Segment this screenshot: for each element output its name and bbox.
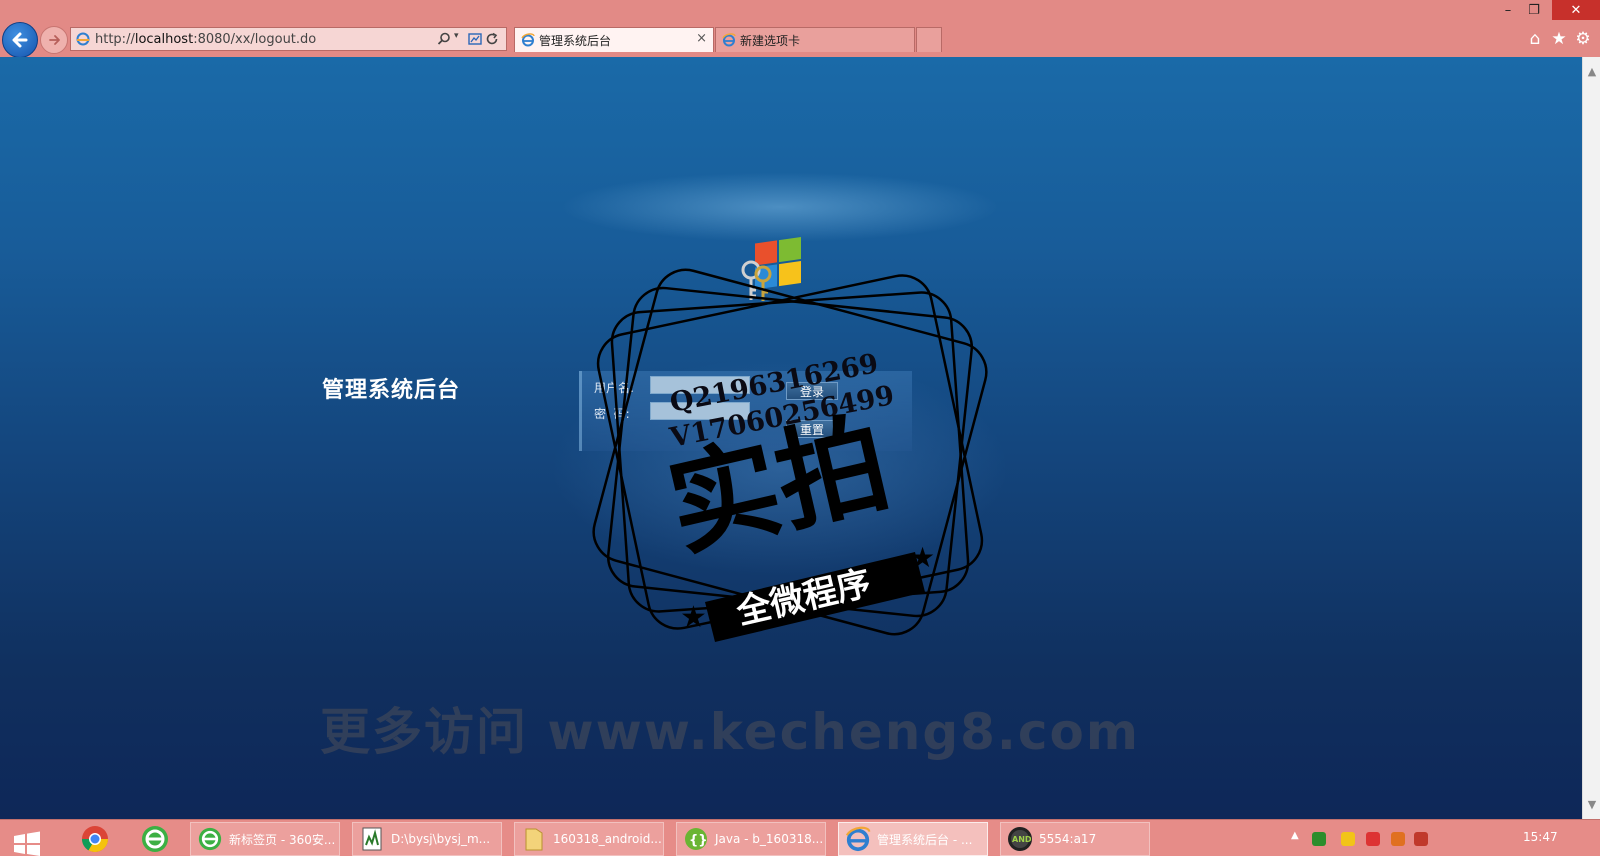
svg-text:{}: {} [689, 833, 708, 848]
taskbar-item-eclipse[interactable]: {} Java - b_160318... [676, 822, 826, 856]
tray-app-icon[interactable] [1312, 832, 1326, 846]
tab-label: 管理系统后台 [539, 33, 612, 48]
taskbar-item-label: Java - b_160318... [715, 832, 824, 846]
favorites-star-icon[interactable]: ★ [1550, 30, 1568, 48]
password-label: 密 码: [594, 407, 630, 421]
scroll-down-icon[interactable]: ▼ [1583, 798, 1600, 811]
login-button[interactable]: 登录 [786, 382, 838, 400]
restore-button[interactable]: ❐ [1521, 0, 1547, 20]
360-browser-icon [198, 827, 222, 851]
taskbar-item-label: 新标签页 - 360安... [229, 832, 336, 847]
360-browser-pinned[interactable] [138, 824, 172, 854]
minimize-icon: – [1504, 2, 1512, 18]
eclipse-icon: {} [685, 828, 708, 850]
chrome-icon [81, 826, 109, 853]
windows-keys-logo [741, 237, 801, 301]
android-emulator-icon: AND [1008, 827, 1032, 851]
password-input[interactable] [650, 402, 750, 420]
login-panel: 用户名: 密 码: 登录 重置 [579, 371, 912, 451]
reset-button[interactable]: 重置 [786, 420, 838, 438]
page-icon [76, 32, 90, 46]
taskbar-item-folder[interactable]: 160318_android... [514, 822, 664, 856]
360-browser-icon [142, 826, 168, 852]
tray-network-icon[interactable] [1366, 832, 1380, 846]
taskbar-item-label: D:\bysj\bysj_m... [391, 832, 491, 846]
tray-security-icon[interactable] [1341, 832, 1355, 846]
svg-text:AND: AND [1012, 835, 1032, 844]
settings-gear-icon[interactable]: ⚙ [1574, 30, 1592, 48]
windows-start-icon[interactable] [12, 830, 42, 856]
tab-label: 新建选项卡 [740, 33, 801, 48]
refresh-icon[interactable] [485, 32, 499, 46]
search-dropdown-icon[interactable]: ▾ [454, 31, 459, 41]
editor-icon [362, 827, 382, 851]
taskbar-item-label: 160318_android... [553, 832, 662, 846]
home-icon[interactable]: ⌂ [1526, 30, 1544, 48]
close-tab-icon[interactable]: × [696, 31, 707, 46]
ie-icon [521, 33, 535, 47]
tab-admin[interactable]: 管理系统后台 × [514, 27, 714, 52]
star-icon: ★ [680, 600, 707, 635]
back-icon [12, 32, 28, 48]
page-title: 管理系统后台 [322, 377, 461, 403]
site-watermark: 更多访问 www.kecheng8.com [320, 703, 1141, 761]
restore-icon: ❐ [1528, 2, 1540, 18]
scroll-up-icon[interactable]: ▲ [1583, 65, 1600, 78]
taskbar: 新标签页 - 360安... D:\bysj\bysj_m... 160318_… [0, 819, 1600, 856]
close-window-button[interactable]: ✕ [1552, 0, 1600, 20]
browser-toolbar: http://localhost:8080/xx/logout.do ▾ 管理系… [0, 0, 1600, 58]
taskbar-clock[interactable]: 15:47 [1523, 830, 1558, 844]
compat-view-icon[interactable] [468, 32, 482, 46]
taskbar-item-editor[interactable]: D:\bysj\bysj_m... [352, 822, 502, 856]
ie-icon [722, 33, 736, 47]
chrome-pinned[interactable] [78, 824, 112, 854]
folder-icon [525, 828, 543, 851]
taskbar-item-label: 管理系统后台 - ... [877, 832, 973, 847]
back-button[interactable] [2, 22, 38, 58]
taskbar-item-360-browser[interactable]: 新标签页 - 360安... [190, 822, 340, 856]
tab-new-tab[interactable]: 新建选项卡 [715, 27, 915, 52]
taskbar-item-emulator[interactable]: AND 5554:a17 [1000, 822, 1150, 856]
show-hidden-icons[interactable]: ▲ [1291, 830, 1299, 841]
tray-qq-icon[interactable] [1391, 832, 1405, 846]
username-label: 用户名: [594, 381, 635, 395]
page-viewport: 管理系统后台 用户名: 密 码: 登录 重置 Q2196316269 V1706… [0, 57, 1582, 819]
search-icon[interactable] [437, 32, 451, 46]
url-text[interactable]: http://localhost:8080/xx/logout.do [95, 32, 316, 47]
close-icon: ✕ [1570, 2, 1582, 18]
tray-qq-icon[interactable] [1414, 832, 1428, 846]
username-input[interactable] [650, 376, 750, 394]
ie-icon [845, 826, 871, 852]
minimize-button[interactable]: – [1495, 0, 1521, 20]
taskbar-item-ie[interactable]: 管理系统后台 - ... [838, 822, 988, 856]
address-bar[interactable]: http://localhost:8080/xx/logout.do ▾ [70, 27, 507, 51]
new-tab-button[interactable] [916, 27, 942, 52]
taskbar-item-label: 5554:a17 [1039, 832, 1097, 846]
forward-icon [49, 35, 60, 45]
forward-button[interactable] [40, 26, 68, 54]
vertical-scrollbar[interactable]: ▲ ▼ [1582, 57, 1600, 819]
